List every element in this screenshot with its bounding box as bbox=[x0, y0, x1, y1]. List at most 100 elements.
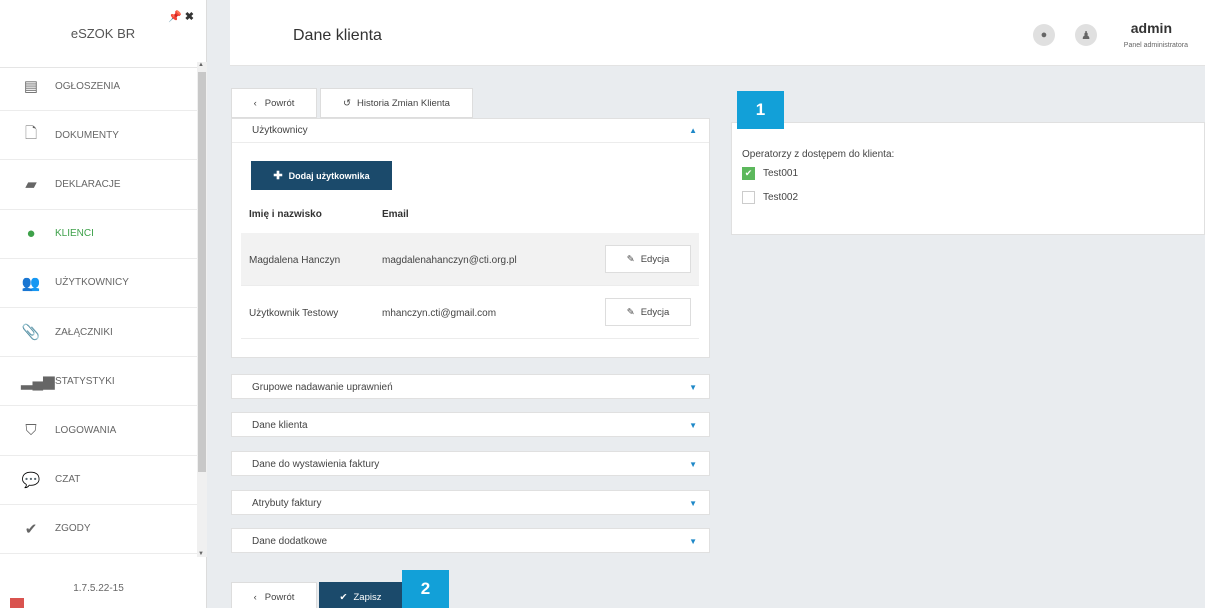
edit-button-label: Edycja bbox=[640, 253, 670, 265]
user-email-cell: magdalenahanczyn@cti.org.pl bbox=[382, 255, 517, 266]
shield-icon: ⛉ bbox=[25, 421, 37, 439]
pencil-icon: ✎ bbox=[626, 306, 635, 318]
section-panel: Dane dodatkowe ▼ bbox=[231, 528, 710, 553]
add-user-label: Dodaj użytkownika bbox=[288, 170, 370, 181]
caret-down-icon: ▼ bbox=[689, 536, 697, 546]
top-header: Dane klienta ● ♟ admin Panel administrat… bbox=[230, 0, 1205, 66]
sidebar: eSZOK BR 📌 ✖ ▤ OGŁOSZENIA 🗋 DOKUMENTY ▰ DEKLAR… bbox=[0, 0, 207, 608]
checkbox-unchecked-icon[interactable] bbox=[742, 191, 755, 204]
sidebar-item-label: OGŁOSZENIA bbox=[55, 80, 121, 92]
operator-name: Test002 bbox=[763, 192, 799, 203]
signal-icon: ▂▄▆ bbox=[21, 373, 55, 391]
close-icon[interactable]: ✖ bbox=[185, 11, 194, 23]
sidebar-item-użytkownicy[interactable]: 👥 UŻYTKOWNICY bbox=[0, 259, 197, 308]
scroll-down-icon[interactable]: ▼ bbox=[198, 551, 204, 557]
sidebar-item-label: UŻYTKOWNICY bbox=[55, 277, 129, 289]
caret-down-icon: ▼ bbox=[689, 459, 697, 469]
user-role: Panel administratora bbox=[1123, 42, 1188, 49]
app-version: 1.7.5.22-15 bbox=[73, 583, 124, 594]
sidebar-item-label: DOKUMENTY bbox=[55, 129, 119, 141]
column-header-name: Imię i nazwisko bbox=[249, 209, 322, 220]
document-icon: 🗋 bbox=[24, 124, 38, 142]
pencil-icon: ✎ bbox=[626, 253, 635, 265]
section-title: Dane do wystawienia faktury bbox=[252, 458, 380, 470]
globe-icon: ● bbox=[26, 225, 36, 243]
sidebar-item-zgody[interactable]: ✔ ZGODY bbox=[0, 505, 197, 554]
add-user-button[interactable]: ✚ Dodaj użytkownika bbox=[251, 161, 392, 190]
edit-button[interactable]: ✎ Edycja bbox=[605, 245, 691, 273]
history-button-label: Historia Zmian Klienta bbox=[357, 97, 450, 109]
history-button[interactable]: ↺ Historia Zmian Klienta bbox=[320, 88, 473, 118]
sidebar-item-deklaracje[interactable]: ▰ DEKLARACJE bbox=[0, 160, 197, 210]
scroll-up-icon[interactable]: ▲ bbox=[198, 62, 204, 68]
plus-icon: ✚ bbox=[273, 170, 283, 182]
section-panel: Grupowe nadawanie uprawnień ▼ bbox=[231, 374, 710, 399]
chat-icon: 💬 bbox=[21, 471, 41, 489]
user-email-cell: mhanczyn.cti@gmail.com bbox=[382, 308, 497, 319]
newspaper-icon: ▤ bbox=[23, 78, 39, 96]
users-panel-title: Użytkownicy bbox=[252, 125, 308, 136]
annotation-badge: 2 bbox=[402, 570, 449, 608]
page-title: Dane klienta bbox=[293, 27, 382, 44]
table-row: Użytkownik Testowy mhanczyn.cti@gmail.co… bbox=[241, 286, 699, 339]
sidebar-item-label: LOGOWANIA bbox=[55, 424, 117, 436]
sidebar-item-dokumenty[interactable]: 🗋 DOKUMENTY bbox=[0, 111, 197, 161]
sidebar-item-załączniki[interactable]: 📎 ZAŁĄCZNIKI bbox=[0, 308, 197, 358]
pdf-icon[interactable] bbox=[10, 598, 24, 608]
sidebar-item-ogłoszenia[interactable]: ▤ OGŁOSZENIA bbox=[0, 62, 197, 112]
section-panel: Atrybuty faktury ▼ bbox=[231, 490, 710, 515]
check-icon: ✔ bbox=[24, 520, 38, 538]
caret-down-icon: ▼ bbox=[689, 420, 697, 430]
section-header[interactable]: Atrybuty faktury ▼ bbox=[232, 491, 709, 515]
operator-name: Test001 bbox=[763, 168, 799, 179]
section-header[interactable]: Dane dodatkowe ▼ bbox=[232, 529, 709, 553]
back-button[interactable]: ‹ Powrót bbox=[231, 88, 317, 118]
paperclip-icon: 📎 bbox=[21, 324, 41, 342]
book-icon: ▰ bbox=[25, 176, 37, 194]
sidebar-scrollbar[interactable]: ▲ ▼ bbox=[197, 62, 207, 557]
back-button-label: Powrót bbox=[264, 97, 295, 109]
edit-button[interactable]: ✎ Edycja bbox=[605, 298, 691, 326]
user-name-cell: Magdalena Hanczyn bbox=[249, 255, 341, 266]
sidebar-item-label: CZAT bbox=[55, 474, 81, 486]
check-icon: ✔ bbox=[339, 591, 348, 603]
sidebar-item-label: ZGODY bbox=[55, 523, 91, 535]
scrollbar-thumb[interactable] bbox=[198, 72, 206, 472]
sidebar-item-label: KLIENCI bbox=[55, 228, 94, 240]
table-row: Magdalena Hanczyn magdalenahanczyn@cti.o… bbox=[241, 233, 699, 286]
caret-up-icon: ▲ bbox=[689, 126, 697, 135]
sidebar-item-czat[interactable]: 💬 CZAT bbox=[0, 456, 197, 505]
operator-checkbox-row[interactable]: ✔ Test001 bbox=[742, 167, 798, 180]
globe-icon[interactable]: ● bbox=[1033, 24, 1055, 46]
save-button-label: Zapisz bbox=[353, 591, 382, 603]
annotation-badge: 1 bbox=[737, 91, 784, 129]
sidebar-item-logowania[interactable]: ⛉ LOGOWANIA bbox=[0, 406, 197, 456]
section-panel: Dane klienta ▼ bbox=[231, 412, 710, 437]
section-header[interactable]: Dane klienta ▼ bbox=[232, 413, 709, 437]
users-icon: 👥 bbox=[21, 274, 41, 292]
checkbox-checked-icon[interactable]: ✔ bbox=[742, 167, 755, 180]
user-name: admin bbox=[1130, 20, 1172, 36]
sidebar-item-statystyki[interactable]: ▂▄▆ STATYSTYKI bbox=[0, 357, 197, 407]
section-header[interactable]: Dane do wystawienia faktury ▼ bbox=[232, 452, 709, 476]
pin-icon[interactable]: 📌 bbox=[168, 11, 182, 23]
sidebar-item-klienci[interactable]: ● KLIENCI bbox=[0, 210, 197, 259]
save-button[interactable]: ✔ Zapisz bbox=[319, 582, 402, 608]
section-panel: Dane do wystawienia faktury ▼ bbox=[231, 451, 710, 476]
operators-label: Operatorzy z dostępem do klienta: bbox=[742, 149, 895, 160]
section-title: Grupowe nadawanie uprawnień bbox=[252, 381, 393, 393]
operator-checkbox-row[interactable]: Test002 bbox=[742, 191, 798, 204]
caret-down-icon: ▼ bbox=[689, 498, 697, 508]
footer-back-label: Powrót bbox=[264, 591, 295, 603]
section-title: Atrybuty faktury bbox=[252, 497, 322, 509]
brand-tools: 📌 ✖ bbox=[168, 10, 194, 23]
user-icon[interactable]: ♟ bbox=[1075, 24, 1097, 46]
section-title: Dane klienta bbox=[252, 419, 308, 431]
footer-back-button[interactable]: ‹ Powrót bbox=[231, 582, 317, 608]
section-title: Dane dodatkowe bbox=[252, 535, 328, 547]
brand-header: eSZOK BR 📌 ✖ bbox=[0, 0, 206, 68]
sidebar-nav: ▤ OGŁOSZENIA 🗋 DOKUMENTY ▰ DEKLARACJE ● KLIENCI… bbox=[0, 62, 197, 554]
section-header[interactable]: Grupowe nadawanie uprawnień ▼ bbox=[232, 375, 709, 399]
brand-name: eSZOK BR bbox=[70, 26, 136, 41]
users-panel-header[interactable]: Użytkownicy ▲ bbox=[232, 119, 709, 143]
